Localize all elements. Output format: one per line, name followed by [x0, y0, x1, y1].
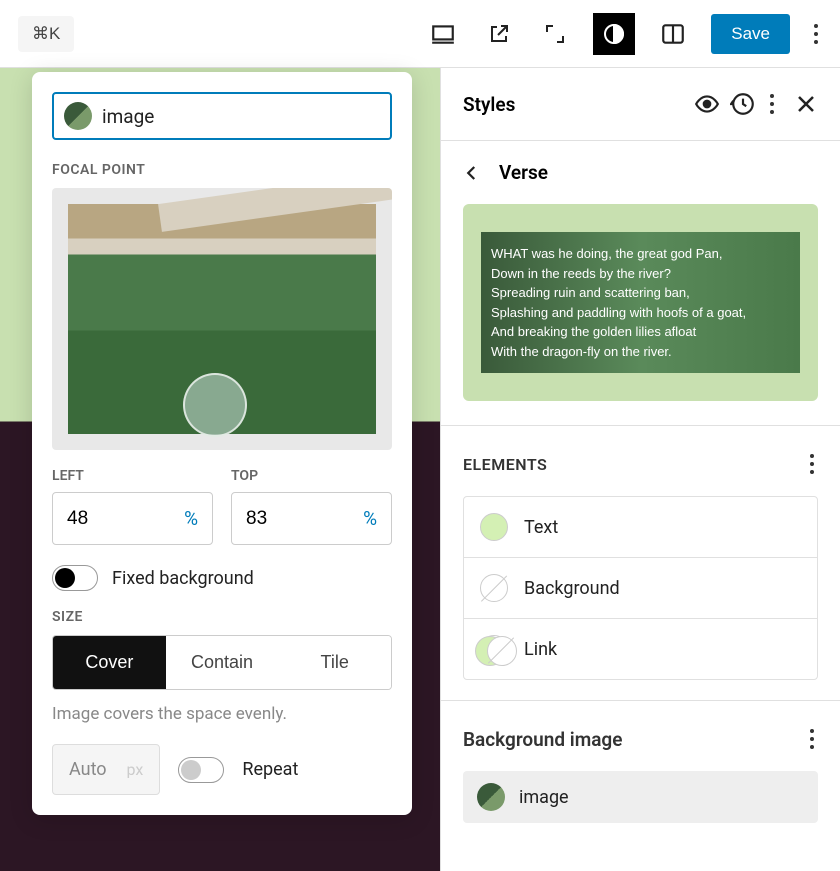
device-desktop-icon[interactable]	[425, 16, 461, 52]
verse-preview-text: WHAT was he doing, the great god Pan, Do…	[481, 232, 800, 373]
close-icon[interactable]	[794, 92, 818, 116]
focal-point-handle[interactable]	[183, 373, 247, 437]
size-tile-button[interactable]: Tile	[278, 636, 391, 689]
contrast-icon[interactable]	[593, 13, 635, 55]
element-text-row[interactable]: Text	[464, 497, 817, 558]
fixed-background-toggle[interactable]	[52, 565, 98, 591]
elements-label: ELEMENTS	[463, 455, 547, 474]
left-label: LEFT	[52, 468, 213, 484]
bg-image-label: Background image	[463, 728, 622, 751]
expand-icon[interactable]	[537, 16, 573, 52]
size-contain-button[interactable]: Contain	[166, 636, 279, 689]
focal-top-value[interactable]	[246, 508, 325, 530]
panel-icon[interactable]	[655, 16, 691, 52]
verse-line: Spreading ruin and scattering ban,	[491, 283, 790, 303]
breadcrumb-label: Verse	[499, 161, 548, 184]
repeat-label: Repeat	[242, 759, 298, 780]
image-name-text: image	[102, 105, 380, 128]
save-button[interactable]: Save	[711, 14, 790, 54]
text-swatch-icon	[480, 513, 508, 541]
elements-section-header: ELEMENTS	[441, 425, 840, 496]
size-segmented-control: Cover Contain Tile	[52, 635, 392, 690]
percent-unit: %	[184, 507, 198, 530]
verse-line: With the dragon-fly on the river.	[491, 342, 790, 362]
eye-icon[interactable]	[694, 91, 720, 117]
repeat-toggle[interactable]	[178, 757, 224, 783]
inspector-panel: Styles Verse WHAT was he	[440, 68, 840, 871]
image-thumbnail-icon	[64, 102, 92, 130]
bg-image-thumbnail-icon	[477, 783, 505, 811]
image-name-field[interactable]: image	[52, 92, 392, 140]
top-label: TOP	[231, 468, 392, 484]
size-hint-text: Image covers the space evenly.	[52, 704, 392, 724]
auto-label: Auto	[69, 759, 107, 780]
verse-line: And breaking the golden lilies afloat	[491, 322, 790, 342]
bg-image-row[interactable]: image	[463, 771, 818, 823]
breadcrumb: Verse	[441, 141, 840, 204]
inspector-more-icon[interactable]	[766, 86, 778, 122]
element-link-label: Link	[524, 639, 557, 660]
more-menu-icon[interactable]	[810, 16, 822, 52]
element-link-row[interactable]: Link	[464, 619, 817, 679]
background-swatch-icon	[480, 574, 508, 602]
top-toolbar: ⌘K Save	[0, 0, 840, 68]
focal-point-label: FOCAL POINT	[52, 162, 392, 178]
block-preview: WHAT was he doing, the great god Pan, Do…	[463, 204, 818, 401]
bg-image-section-header: Background image	[441, 700, 840, 771]
bg-image-more-icon[interactable]	[806, 721, 818, 757]
back-icon[interactable]	[463, 164, 481, 182]
inspector-title: Styles	[463, 93, 694, 116]
percent-unit: %	[363, 507, 377, 530]
element-background-row[interactable]: Background	[464, 558, 817, 619]
fixed-background-label: Fixed background	[112, 568, 254, 589]
verse-line: Splashing and paddling with hoofs of a g…	[491, 303, 790, 323]
size-auto-input[interactable]: Auto px	[52, 744, 160, 795]
px-unit: px	[127, 760, 144, 779]
focal-left-input[interactable]: %	[52, 492, 213, 545]
command-palette-button[interactable]: ⌘K	[18, 16, 74, 52]
element-background-label: Background	[524, 578, 620, 599]
element-text-label: Text	[524, 517, 558, 538]
toolbar-right: Save	[425, 13, 822, 55]
verse-line: WHAT was he doing, the great god Pan,	[491, 244, 790, 264]
canvas-area: image FOCAL POINT LEFT % TOP	[0, 68, 440, 871]
verse-line: Down in the reeds by the river?	[491, 264, 790, 284]
focal-top-input[interactable]: %	[231, 492, 392, 545]
focal-left-value[interactable]	[67, 508, 146, 530]
link-swatch-icon	[480, 635, 508, 663]
elements-more-icon[interactable]	[806, 446, 818, 482]
external-link-icon[interactable]	[481, 16, 517, 52]
focal-point-preview[interactable]	[52, 188, 392, 450]
inspector-header: Styles	[441, 68, 840, 141]
bg-image-value: image	[519, 787, 569, 808]
elements-list: Text Background Link	[463, 496, 818, 680]
size-cover-button[interactable]: Cover	[53, 636, 166, 689]
revisions-icon[interactable]	[730, 91, 756, 117]
size-label: SIZE	[52, 609, 392, 625]
background-image-popover: image FOCAL POINT LEFT % TOP	[32, 72, 412, 815]
toolbar-left: ⌘K	[18, 16, 74, 52]
